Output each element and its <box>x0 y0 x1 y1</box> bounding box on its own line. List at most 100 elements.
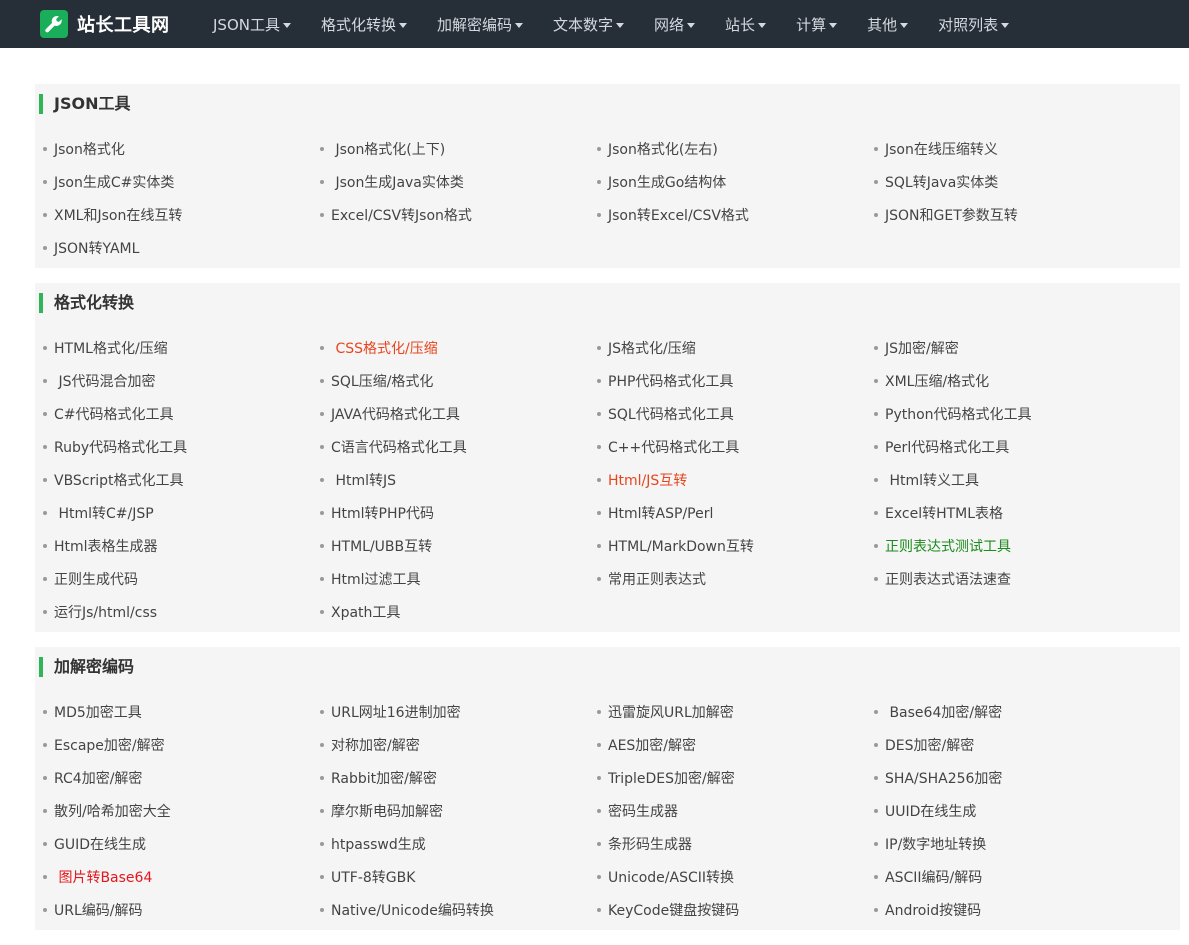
tool-link[interactable]: HTML/UBB互转 <box>312 529 589 562</box>
tool-link[interactable]: GUID在线生成 <box>35 827 312 860</box>
tool-link[interactable]: AES加密/解密 <box>589 728 866 761</box>
tool-link[interactable]: Html转PHP代码 <box>312 496 589 529</box>
tool-link[interactable]: Html转义工具 <box>866 463 1180 496</box>
tool-link[interactable]: SHA/SHA256加密 <box>866 761 1180 794</box>
tool-link[interactable]: 摩尔斯电码加解密 <box>312 794 589 827</box>
nav-json-tools[interactable]: JSON工具 <box>198 0 306 48</box>
tool-link[interactable]: C语言代码格式化工具 <box>312 430 589 463</box>
tool-link[interactable]: Json生成C#实体类 <box>35 165 312 198</box>
tool-link[interactable]: Html过滤工具 <box>312 562 589 595</box>
tool-link[interactable]: JSON转YAML <box>35 231 312 264</box>
tool-link[interactable]: Excel转HTML表格 <box>866 496 1180 529</box>
tool-link-label: Rabbit加密/解密 <box>331 770 437 787</box>
tool-link-label: Json格式化 <box>54 141 125 158</box>
tool-link[interactable]: DES加密/解密 <box>866 728 1180 761</box>
tool-link-label: VBScript格式化工具 <box>54 472 184 489</box>
tool-link[interactable]: PHP代码格式化工具 <box>589 364 866 397</box>
tool-link[interactable]: Base64加密/解密 <box>866 695 1180 728</box>
tool-link[interactable]: Unicode/ASCII转换 <box>589 860 866 893</box>
tool-link[interactable]: 正则生成代码 <box>35 562 312 595</box>
tool-link[interactable]: 散列/哈希加密大全 <box>35 794 312 827</box>
tool-link[interactable]: URL网址16进制加密 <box>312 695 589 728</box>
tool-link[interactable]: JAVA代码格式化工具 <box>312 397 589 430</box>
tool-link[interactable]: Json格式化(左右) <box>589 132 866 165</box>
tool-link[interactable]: Python代码格式化工具 <box>866 397 1180 430</box>
nav-calculate[interactable]: 计算 <box>781 0 852 48</box>
tool-link[interactable]: Json格式化(上下) <box>312 132 589 165</box>
tool-link[interactable]: Html转JS <box>312 463 589 496</box>
section-title: 加解密编码 <box>54 657 135 676</box>
bullet-dot-icon <box>874 709 878 714</box>
tool-link-label: JS代码混合加密 <box>54 373 156 390</box>
tool-link[interactable]: C#代码格式化工具 <box>35 397 312 430</box>
tool-link[interactable]: SQL代码格式化工具 <box>589 397 866 430</box>
tool-link[interactable]: UTF-8转GBK <box>312 860 589 893</box>
nav-text-number[interactable]: 文本数字 <box>538 0 639 48</box>
tool-link[interactable]: 运行Js/html/css <box>35 595 312 628</box>
tool-link[interactable]: 条形码生成器 <box>589 827 866 860</box>
tool-link[interactable]: XML压缩/格式化 <box>866 364 1180 397</box>
tool-link[interactable]: JS加密/解密 <box>866 331 1180 364</box>
tool-link[interactable]: XML和Json在线互转 <box>35 198 312 231</box>
tool-link[interactable]: RC4加密/解密 <box>35 761 312 794</box>
tool-link[interactable]: SQL压缩/格式化 <box>312 364 589 397</box>
tool-link[interactable]: Excel/CSV转Json格式 <box>312 198 589 231</box>
tool-link-label: Html转JS <box>331 472 397 489</box>
tool-link[interactable]: 常用正则表达式 <box>589 562 866 595</box>
tool-link[interactable]: Json生成Go结构体 <box>589 165 866 198</box>
tool-link[interactable]: Escape加密/解密 <box>35 728 312 761</box>
bullet-dot-icon <box>43 907 47 912</box>
tool-link[interactable]: Rabbit加密/解密 <box>312 761 589 794</box>
nav-network[interactable]: 网络 <box>639 0 710 48</box>
tool-link-label: HTML/MarkDown互转 <box>608 538 754 555</box>
tool-link[interactable]: JSON和GET参数互转 <box>866 198 1180 231</box>
tool-link[interactable]: HTML格式化/压缩 <box>35 331 312 364</box>
bullet-dot-icon <box>320 609 324 614</box>
tool-link[interactable]: Html转C#/JSP <box>35 496 312 529</box>
bullet-dot-icon <box>43 543 47 548</box>
bullet-dot-icon <box>320 146 324 151</box>
tool-link[interactable]: URL编码/解码 <box>35 893 312 926</box>
tool-link[interactable]: VBScript格式化工具 <box>35 463 312 496</box>
tool-link[interactable]: HTML/MarkDown互转 <box>589 529 866 562</box>
tool-link[interactable]: htpasswd生成 <box>312 827 589 860</box>
tool-link[interactable]: Xpath工具 <box>312 595 589 628</box>
tool-link[interactable]: Perl代码格式化工具 <box>866 430 1180 463</box>
tool-link[interactable]: JS代码混合加密 <box>35 364 312 397</box>
tool-link[interactable]: 密码生成器 <box>589 794 866 827</box>
tool-link[interactable]: MD5加密工具 <box>35 695 312 728</box>
tool-link[interactable]: ASCII编码/解码 <box>866 860 1180 893</box>
nav-other[interactable]: 其他 <box>852 0 923 48</box>
tool-link[interactable]: TripleDES加密/解密 <box>589 761 866 794</box>
tool-link[interactable]: Html转ASP/Perl <box>589 496 866 529</box>
tool-link[interactable]: 迅雷旋风URL加解密 <box>589 695 866 728</box>
tool-link[interactable]: Json格式化 <box>35 132 312 165</box>
tool-link[interactable]: 正则表达式语法速查 <box>866 562 1180 595</box>
nav-webmaster[interactable]: 站长 <box>710 0 781 48</box>
tool-link[interactable]: SQL转Java实体类 <box>866 165 1180 198</box>
brand[interactable]: 站长工具网 <box>40 10 198 38</box>
tool-link[interactable]: Json在线压缩转义 <box>866 132 1180 165</box>
tool-link[interactable]: KeyCode键盘按键码 <box>589 893 866 926</box>
tool-link[interactable]: Html/JS互转 <box>589 463 866 496</box>
bullet-dot-icon <box>43 841 47 846</box>
tool-link[interactable]: JS格式化/压缩 <box>589 331 866 364</box>
tool-link[interactable]: C++代码格式化工具 <box>589 430 866 463</box>
bullet-dot-icon <box>320 212 324 217</box>
tool-link[interactable]: Native/Unicode编码转换 <box>312 893 589 926</box>
tool-link[interactable]: 正则表达式测试工具 <box>866 529 1180 562</box>
section-title: 格式化转换 <box>54 293 135 312</box>
tool-link[interactable]: Android按键码 <box>866 893 1180 926</box>
tool-link[interactable]: 对称加密/解密 <box>312 728 589 761</box>
tool-link[interactable]: Json生成Java实体类 <box>312 165 589 198</box>
nav-encrypt-encode[interactable]: 加解密编码 <box>422 0 538 48</box>
tool-link[interactable]: Html表格生成器 <box>35 529 312 562</box>
tool-link[interactable]: IP/数字地址转换 <box>866 827 1180 860</box>
nav-reference-lists[interactable]: 对照列表 <box>923 0 1024 48</box>
nav-format-convert[interactable]: 格式化转换 <box>306 0 422 48</box>
tool-link[interactable]: Json转Excel/CSV格式 <box>589 198 866 231</box>
tool-link[interactable]: 图片转Base64 <box>35 860 312 893</box>
tool-link[interactable]: UUID在线生成 <box>866 794 1180 827</box>
tool-link[interactable]: CSS格式化/压缩 <box>312 331 589 364</box>
tool-link[interactable]: Ruby代码格式化工具 <box>35 430 312 463</box>
